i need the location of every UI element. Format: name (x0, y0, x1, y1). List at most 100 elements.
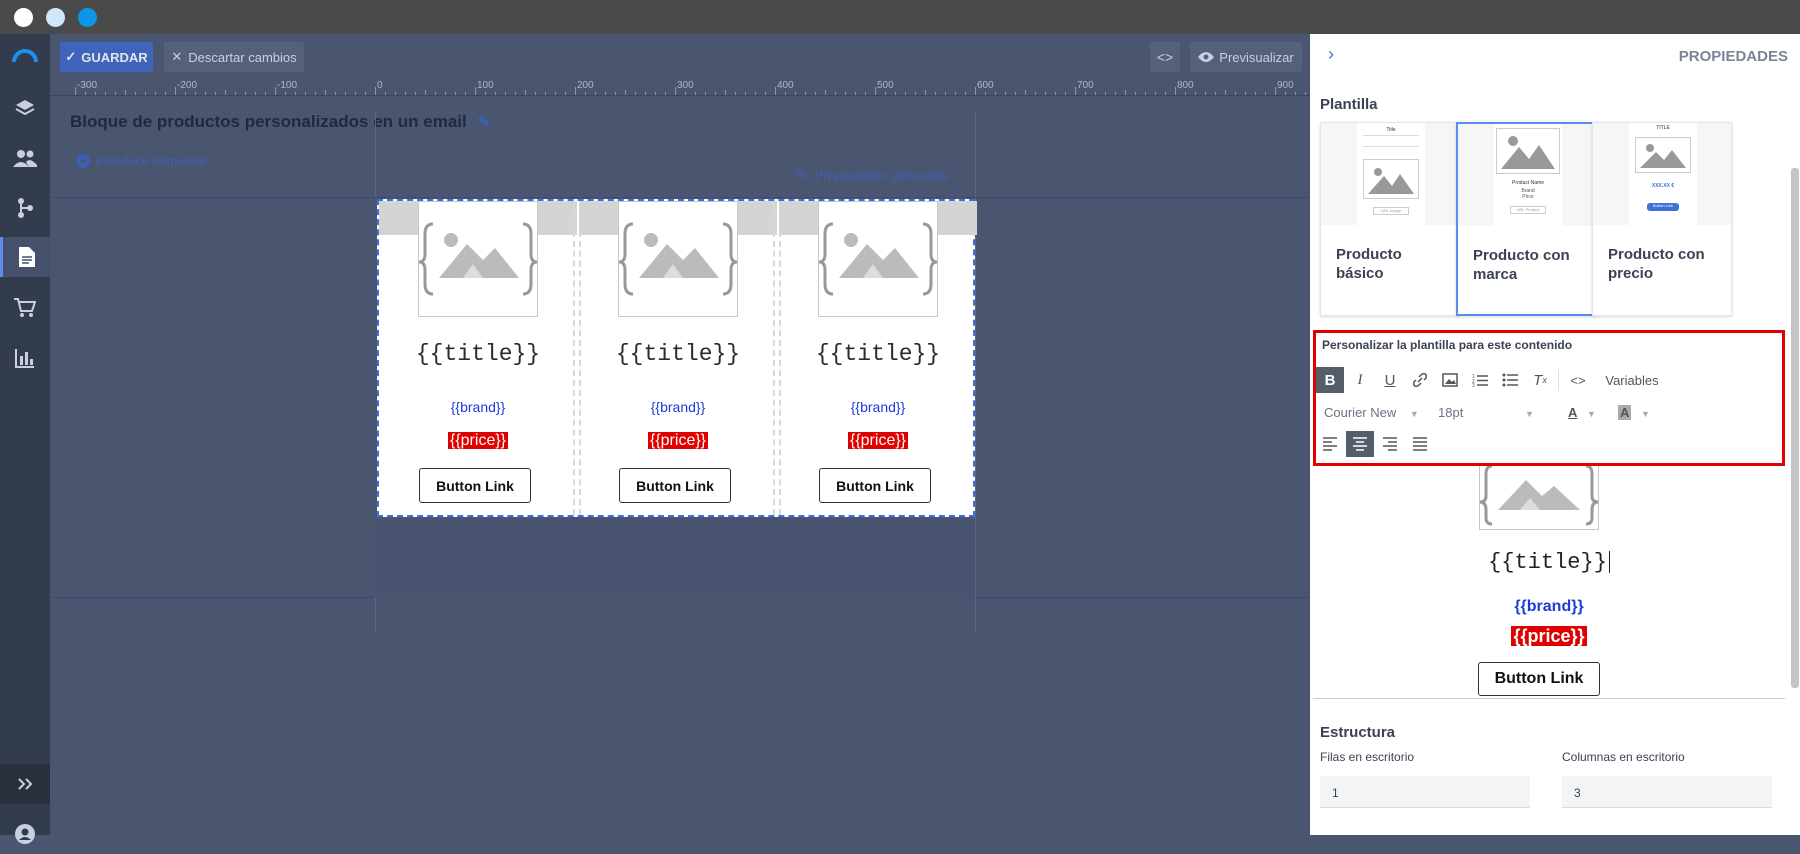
bold-button[interactable]: B (1316, 367, 1344, 393)
align-justify-icon[interactable] (1406, 431, 1434, 457)
link-icon[interactable] (1406, 367, 1434, 393)
item-brand[interactable]: {{brand}} (779, 399, 977, 415)
item-price[interactable]: {{price}} (779, 432, 977, 450)
ruler-minor-tick (225, 90, 226, 95)
automation-flow-icon[interactable] (0, 188, 50, 228)
align-right-icon[interactable] (1376, 431, 1404, 457)
item-title[interactable]: {{title}} (779, 341, 977, 367)
thumb-title: Product Name (1512, 180, 1544, 186)
save-button[interactable]: ✓ GUARDAR (60, 42, 153, 72)
bullet-list-icon[interactable] (1496, 367, 1524, 393)
ruler-tick (1175, 87, 1176, 95)
close-icon: ✕ (171, 49, 183, 64)
ruler-minor-tick (255, 92, 256, 95)
ruler-minor-tick (145, 92, 146, 95)
user-account-icon[interactable] (0, 814, 50, 854)
ruler-tick (1275, 87, 1276, 95)
analytics-chart-icon[interactable] (0, 338, 50, 378)
item-title[interactable]: {{title}} (379, 341, 577, 367)
discard-changes-button[interactable]: ✕ Descartar cambios (164, 42, 304, 72)
text-color-picker[interactable]: A ▼ (1568, 405, 1596, 420)
align-center-icon[interactable] (1346, 431, 1374, 457)
template-thumbnail: Product Name Brand Price URL Product (1458, 124, 1594, 226)
window-maximize-button[interactable] (78, 8, 97, 27)
item-brand[interactable]: {{brand}} (579, 399, 777, 415)
preview-button-link[interactable]: Button Link (1478, 662, 1600, 696)
ruler-minor-tick (85, 92, 86, 95)
template-card-basic[interactable]: Title URL image Producto básico (1320, 122, 1460, 316)
ruler-minor-tick (155, 92, 156, 95)
ruler-minor-tick (585, 92, 586, 95)
ruler-label: 400 (777, 80, 794, 91)
product-item-column[interactable]: Item 2 {{title}} {{brand}} {{price}} Button … (579, 201, 777, 515)
underline-button[interactable]: U (1376, 367, 1404, 393)
window-close-button[interactable] (14, 8, 33, 27)
ruler-minor-tick (395, 92, 396, 95)
ruler-label: 100 (477, 80, 494, 91)
toolbar-divider (1558, 369, 1559, 391)
scrollbar-thumb[interactable] (1791, 168, 1799, 688)
background-color-picker[interactable]: A ▼ (1618, 405, 1650, 420)
layers-icon[interactable] (0, 88, 50, 128)
source-code-icon[interactable]: <> (1564, 367, 1592, 393)
item-header-label: Item 3 (857, 209, 899, 226)
ruler-minor-tick (925, 90, 926, 95)
tags-label: Introduce etiquetas (95, 153, 206, 168)
app-logo-icon[interactable] (0, 36, 50, 76)
templates-document-icon[interactable] (0, 237, 50, 277)
item-button-link[interactable]: Button Link (819, 468, 931, 503)
font-family-select[interactable]: Courier New ▼ (1324, 405, 1424, 420)
ruler-minor-tick (1285, 92, 1286, 95)
item-button-link[interactable]: Button Link (619, 468, 731, 503)
collapse-panel-chevron-icon[interactable]: › (1328, 44, 1334, 65)
ruler-minor-tick (95, 92, 96, 95)
product-block[interactable]: Item 1 {{title}} {{brand}} {{price}} Button … (377, 199, 977, 517)
align-left-icon[interactable] (1316, 431, 1344, 457)
item-title[interactable]: {{title}} (579, 341, 777, 367)
item-button-link[interactable]: Button Link (419, 468, 531, 503)
general-properties-link[interactable]: ✎ Propiedades generales (795, 165, 948, 185)
shopping-cart-icon[interactable] (0, 288, 50, 328)
add-tags-link[interactable]: + Introduce etiquetas (76, 153, 206, 168)
code-view-button[interactable]: <> (1150, 42, 1180, 72)
template-card-brand[interactable]: Product Name Brand Price URL Product Pro… (1456, 122, 1596, 316)
template-content-editor[interactable]: {{title}} {{brand}} {{price}} Button Lin… (1313, 464, 1785, 734)
insert-image-icon[interactable] (1436, 367, 1464, 393)
product-item-column[interactable]: Item 1 {{title}} {{brand}} {{price}} Button … (379, 201, 577, 515)
panel-scrollbar[interactable] (1790, 78, 1800, 698)
ruler-minor-tick (1245, 92, 1246, 95)
font-size-select[interactable]: 18pt ▼ (1438, 405, 1538, 420)
item-price[interactable]: {{price}} (579, 432, 777, 450)
expand-sidebar-icon[interactable] (0, 764, 50, 804)
template-card-price[interactable]: TITLE XXX.XX € Button Link Producto con … (1592, 122, 1732, 316)
clear-formatting-icon[interactable]: Tx (1526, 367, 1554, 393)
desktop-rows-input[interactable]: 1 (1320, 776, 1530, 808)
desktop-columns-input[interactable]: 3 (1562, 776, 1772, 808)
variables-dropdown[interactable]: Variables (1598, 367, 1666, 393)
ruler-minor-tick (735, 92, 736, 95)
item-header-label: Item 1 (457, 209, 499, 226)
italic-button[interactable]: I (1346, 367, 1374, 393)
ruler-minor-tick (1205, 92, 1206, 95)
ruler-minor-tick (865, 92, 866, 95)
item-price[interactable]: {{price}} (379, 432, 577, 450)
product-item-column[interactable]: Item 3 {{title}} {{brand}} {{price}} Button … (779, 201, 977, 515)
ruler-minor-tick (755, 92, 756, 95)
edit-pencil-icon[interactable]: ✎ (477, 114, 490, 131)
preview-button[interactable]: Previsualizar (1190, 42, 1302, 72)
preview-brand[interactable]: {{brand}} (1313, 598, 1785, 616)
ruler-minor-tick (715, 92, 716, 95)
item-brand[interactable]: {{brand}} (379, 399, 577, 415)
preview-price[interactable]: {{price}} (1313, 626, 1785, 647)
window-minimize-button[interactable] (46, 8, 65, 27)
ruler-minor-tick (765, 92, 766, 95)
ordered-list-icon[interactable]: 123 (1466, 367, 1494, 393)
ruler-label: 200 (577, 80, 594, 91)
ruler-minor-tick (1005, 92, 1006, 95)
dropdown-arrow-icon: ▼ (1641, 409, 1650, 419)
contacts-icon[interactable] (0, 138, 50, 178)
ruler-minor-tick (235, 92, 236, 95)
ruler-minor-tick (945, 92, 946, 95)
ruler-minor-tick (565, 92, 566, 95)
preview-title[interactable]: {{title}} (1313, 550, 1785, 575)
